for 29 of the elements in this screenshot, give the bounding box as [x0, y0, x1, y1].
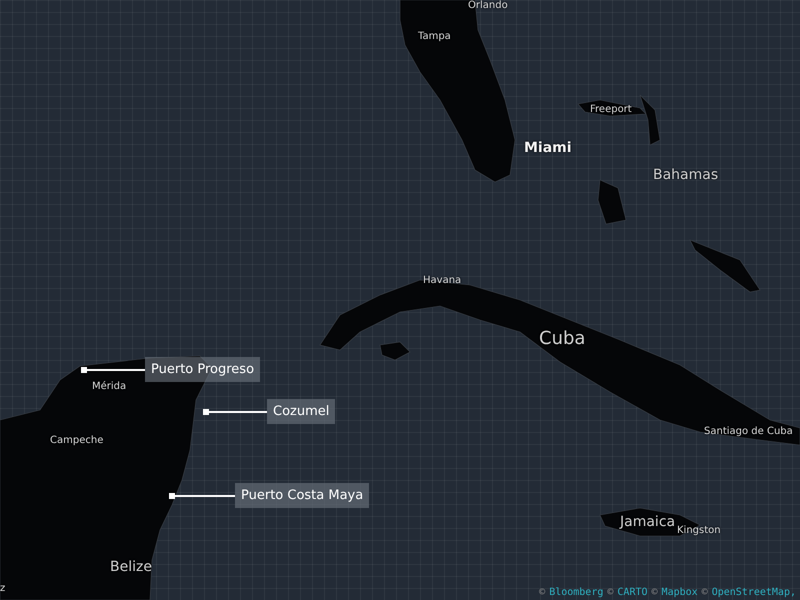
location-marker [203, 408, 209, 414]
place-label: Mérida [92, 382, 126, 392]
place-label: z [0, 584, 6, 594]
place-label: Havana [423, 276, 462, 286]
place-label: Cuba [539, 330, 586, 348]
place-label: Miami [524, 141, 572, 155]
leader-line [175, 494, 235, 496]
place-label: Jamaica [620, 515, 676, 529]
place-label: Kingston [677, 526, 721, 536]
place-label: Belize [110, 560, 152, 574]
attribution-link[interactable]: Bloomberg [549, 587, 604, 598]
attribution-link[interactable]: OpenStreetMap, [712, 587, 796, 598]
leader-line [209, 410, 267, 412]
copyright-symbol: © [702, 587, 708, 598]
place-label: Orlando [468, 1, 508, 11]
copyright-symbol: © [652, 587, 658, 598]
place-label: Santiago de Cuba [704, 427, 793, 437]
port-label: Puerto Costa Maya [235, 483, 370, 508]
copyright-symbol: © [607, 587, 614, 598]
copyright-symbol: © [539, 587, 546, 598]
place-label: Freeport [590, 105, 632, 115]
place-label: Campeche [50, 436, 104, 446]
attribution-link[interactable]: Mapbox [662, 587, 698, 598]
port-label: Cozumel [267, 399, 336, 424]
port-label: Puerto Progreso [145, 357, 260, 382]
leader-line [87, 368, 145, 370]
attribution-link[interactable]: CARTO [617, 587, 648, 598]
place-label: Bahamas [653, 168, 718, 182]
place-label: Tampa [418, 32, 451, 42]
